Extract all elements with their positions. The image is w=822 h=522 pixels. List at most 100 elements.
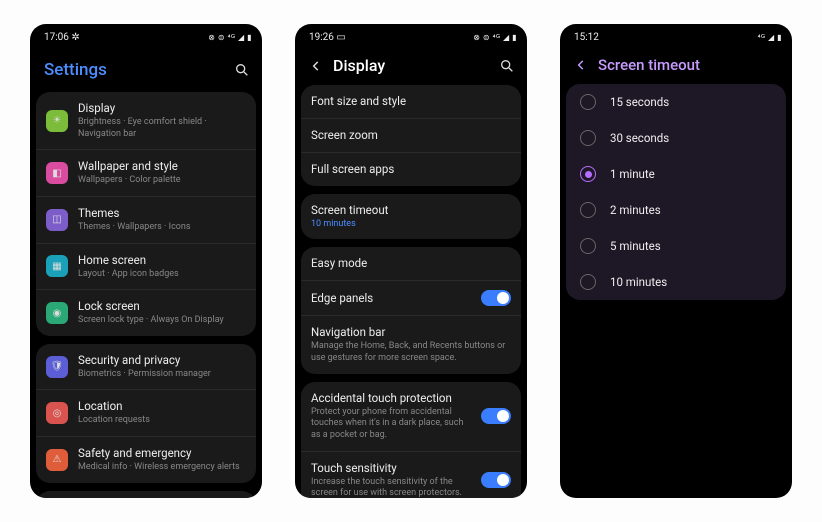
search-icon[interactable]	[234, 62, 250, 78]
home-icon: ▦	[46, 255, 68, 277]
settings-row-themes[interactable]: ◫ ThemesThemes · Wallpapers · Icons	[36, 197, 256, 244]
timeout-option-1[interactable]: 30 seconds	[566, 120, 786, 156]
wallpaper-icon: ◧	[46, 162, 68, 184]
phone-settings: 17:06 ✲ ⊗ ⊜ ⁴ᴳ ◢ ▮ Settings ☀ DisplayBrig…	[30, 24, 262, 498]
status-bar: 17:06 ✲ ⊗ ⊜ ⁴ᴳ ◢ ▮	[30, 24, 262, 46]
phone-timeout: 15:12 ⁴ᴳ ◢ ▮ Screen timeout 15 seconds 30…	[560, 24, 792, 498]
row-title: Touch sensitivity	[311, 461, 471, 476]
row-subtitle: Manage the Home, Back, and Recents butto…	[311, 341, 511, 364]
toggle-edge[interactable]	[481, 290, 511, 306]
settings-card: ↻Accounts and backupManage accounts · Sm…	[36, 491, 256, 498]
row-title: Easy mode	[311, 256, 511, 271]
display-row-nav[interactable]: Navigation barManage the Home, Back, and…	[301, 316, 521, 373]
settings-row-location[interactable]: ◎LocationLocation requests	[36, 390, 256, 437]
page-title: Screen timeout	[598, 56, 780, 74]
display-row-fullscreen[interactable]: Full screen apps	[301, 153, 521, 186]
settings-card: ☀ DisplayBrightness · Eye comfort shield …	[36, 92, 256, 336]
row-subtitle: Protect your phone from accidental touch…	[311, 407, 471, 442]
settings-row-home[interactable]: ▦ Home screenLayout · App icon badges	[36, 244, 256, 291]
radio-label: 10 minutes	[610, 275, 667, 289]
status-bar: 19:26 ▭ ⊗ ⊜ ⁴ᴳ ◢ ▮	[295, 24, 527, 46]
radio-icon	[580, 274, 596, 290]
display-card: Font size and style Screen zoom Full scree…	[301, 85, 521, 186]
options-card: 15 seconds 30 seconds 1 minute 2 minutes 5 m…	[566, 84, 786, 300]
clock: 17:06 ✲	[44, 32, 80, 43]
radio-icon	[580, 94, 596, 110]
row-title: Display	[78, 101, 246, 116]
display-card: Screen timeout10 minutes	[301, 194, 521, 240]
timeout-option-0[interactable]: 15 seconds	[566, 84, 786, 120]
row-title: Location	[78, 399, 246, 414]
radio-label: 30 seconds	[610, 131, 669, 145]
radio-icon	[580, 238, 596, 254]
settings-card: 🛡 Security and privacyBiometrics · Permis…	[36, 344, 256, 483]
row-title: Accidental touch protection	[311, 391, 471, 406]
radio-icon	[580, 202, 596, 218]
status-bar: 15:12 ⁴ᴳ ◢ ▮	[560, 24, 792, 46]
settings-row-lock[interactable]: ◉ Lock screenScreen lock type · Always On…	[36, 290, 256, 336]
timeout-option-4[interactable]: 5 minutes	[566, 228, 786, 264]
header: Display	[295, 46, 527, 85]
toggle-accidental[interactable]	[481, 408, 511, 424]
settings-row-safety[interactable]: ⚠ Safety and emergencyMedical info · Wire…	[36, 437, 256, 483]
row-subtitle: Screen lock type · Always On Display	[78, 315, 246, 327]
back-icon[interactable]	[309, 59, 323, 73]
display-row-touch[interactable]: Touch sensitivityIncrease the touch sens…	[301, 452, 521, 498]
display-list[interactable]: Font size and style Screen zoom Full scree…	[295, 85, 527, 498]
settings-row-security[interactable]: 🛡 Security and privacyBiometrics · Permis…	[36, 344, 256, 391]
page-title: Display	[333, 56, 489, 75]
row-title: Security and privacy	[78, 353, 246, 368]
radio-label: 1 minute	[610, 167, 655, 181]
search-icon[interactable]	[499, 58, 515, 74]
row-title: Safety and emergency	[78, 446, 246, 461]
row-subtitle: 10 minutes	[311, 219, 511, 231]
row-title: Themes	[78, 206, 246, 221]
display-row-zoom[interactable]: Screen zoom	[301, 119, 521, 153]
lock-icon: ◉	[46, 302, 68, 324]
row-subtitle: Themes · Wallpapers · Icons	[78, 222, 246, 234]
display-row-timeout[interactable]: Screen timeout10 minutes	[301, 194, 521, 240]
row-title: Navigation bar	[311, 325, 511, 340]
back-icon[interactable]	[574, 58, 588, 72]
status-icons: ⁴ᴳ ◢ ▮	[758, 33, 782, 42]
timeout-option-5[interactable]: 10 minutes	[566, 264, 786, 300]
radio-label: 15 seconds	[610, 95, 669, 109]
settings-row-wallpaper[interactable]: ◧Wallpaper and styleWallpapers · Color p…	[36, 150, 256, 197]
row-subtitle: Increase the touch sensitivity of the sc…	[311, 477, 471, 498]
display-row-accidental[interactable]: Accidental touch protectionProtect your …	[301, 382, 521, 452]
radio-icon	[580, 130, 596, 146]
row-subtitle: Brightness · Eye comfort shield · Naviga…	[78, 117, 246, 140]
phone-display: 19:26 ▭ ⊗ ⊜ ⁴ᴳ ◢ ▮ Display Font size and…	[295, 24, 527, 498]
row-subtitle: Medical info · Wireless emergency alerts	[78, 462, 246, 474]
security-icon: 🛡	[46, 356, 68, 378]
page-title: Settings	[44, 60, 224, 80]
safety-icon: ⚠	[46, 449, 68, 471]
radio-label: 2 minutes	[610, 203, 661, 217]
settings-row-display[interactable]: ☀ DisplayBrightness · Eye comfort shield …	[36, 92, 256, 150]
settings-list[interactable]: ☀ DisplayBrightness · Eye comfort shield …	[30, 92, 262, 498]
toggle-touch[interactable]	[481, 472, 511, 488]
row-subtitle: Location requests	[78, 415, 246, 427]
display-row-easy[interactable]: Easy mode	[301, 247, 521, 281]
row-subtitle: Biometrics · Permission manager	[78, 369, 246, 381]
row-title: Font size and style	[311, 94, 511, 109]
row-title: Screen zoom	[311, 128, 511, 143]
row-title: Home screen	[78, 253, 246, 268]
row-title: Edge panels	[311, 291, 471, 306]
row-title: Full screen apps	[311, 162, 511, 177]
radio-icon	[580, 166, 596, 182]
themes-icon: ◫	[46, 209, 68, 231]
header: Screen timeout	[560, 46, 792, 84]
timeout-option-3[interactable]: 2 minutes	[566, 192, 786, 228]
settings-row-accounts[interactable]: ↻Accounts and backupManage accounts · Sm…	[36, 491, 256, 498]
status-icons: ⊗ ⊜ ⁴ᴳ ◢ ▮	[473, 33, 517, 42]
header: Settings	[30, 46, 262, 92]
row-title: Lock screen	[78, 299, 246, 314]
row-title: Wallpaper and style	[78, 159, 246, 174]
display-row-font[interactable]: Font size and style	[301, 85, 521, 119]
display-row-edge[interactable]: Edge panels	[301, 281, 521, 316]
row-title: Screen timeout	[311, 203, 511, 218]
timeout-option-2[interactable]: 1 minute	[566, 156, 786, 192]
row-subtitle: Layout · App icon badges	[78, 269, 246, 281]
display-icon: ☀	[46, 110, 68, 132]
